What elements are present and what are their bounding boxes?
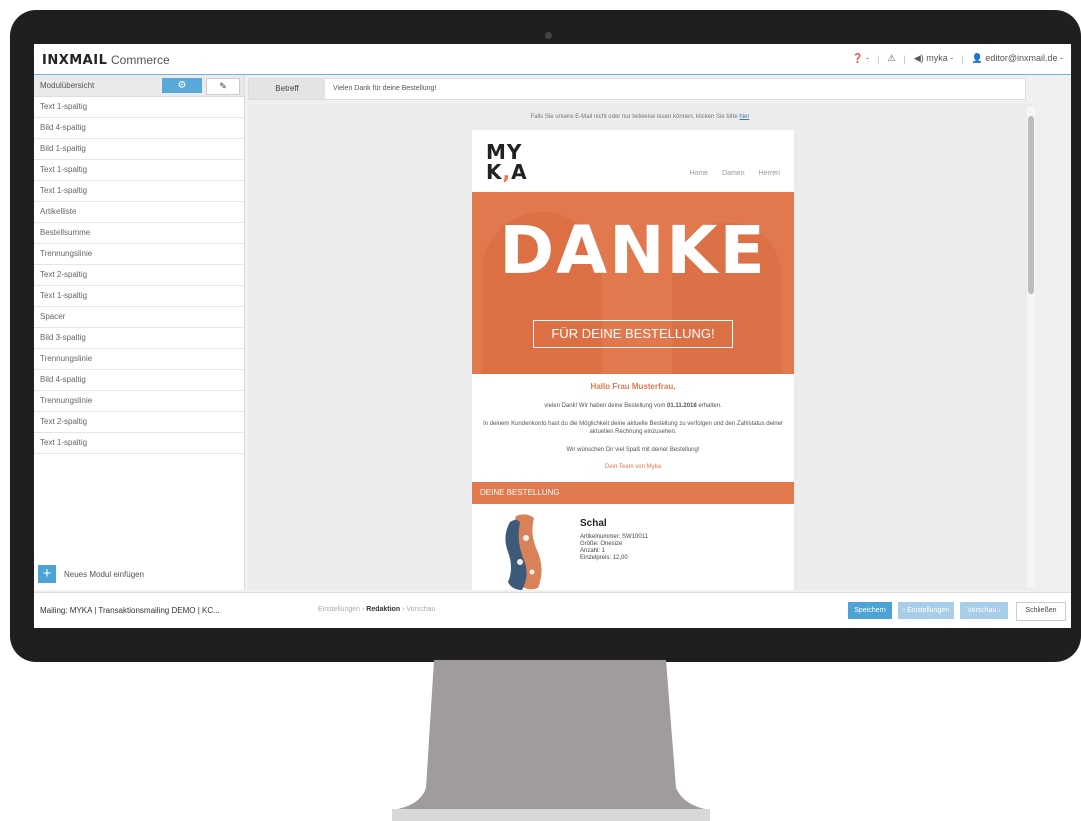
plus-icon: +: [38, 565, 56, 583]
module-item[interactable]: Bild 4-spaltig: [34, 118, 244, 139]
help-menu[interactable]: ❓ -: [852, 53, 869, 64]
alert-icon[interactable]: ⚠: [887, 53, 895, 64]
module-item[interactable]: Spacer: [34, 307, 244, 328]
add-module-button[interactable]: + Neues Modul einfügen: [38, 565, 144, 583]
mail-nav: Home Damen Herren: [689, 170, 780, 177]
product-name: Schal: [580, 518, 607, 529]
nav-item-home[interactable]: Home: [689, 170, 708, 177]
step-settings[interactable]: Einstellungen: [318, 606, 360, 613]
divider: |: [903, 53, 906, 64]
user-menu[interactable]: 👤 editor@inxmail.de -: [972, 53, 1063, 64]
module-item[interactable]: Bestellsumme: [34, 223, 244, 244]
camera-icon: [545, 32, 552, 39]
add-module-label: Neues Modul einfügen: [64, 569, 145, 579]
scrollbar-thumb[interactable]: [1028, 116, 1034, 294]
body-text-2: In deinem Kundenkonto hast du die Möglic…: [483, 421, 783, 435]
module-item[interactable]: Bild 1-spaltig: [34, 139, 244, 160]
module-item[interactable]: Trennungslinie: [34, 391, 244, 412]
module-item[interactable]: Text 1-spaltig: [34, 97, 244, 118]
mailing-name: Mailing: MYKA | Transaktionsmailing DEMO…: [40, 606, 220, 615]
preview-button[interactable]: Vorschau ›: [960, 602, 1008, 619]
module-item[interactable]: Bild 4-spaltig: [34, 370, 244, 391]
module-item[interactable]: Text 1-spaltig: [34, 160, 244, 181]
browser-view-link[interactable]: hier: [739, 114, 749, 120]
close-button[interactable]: Schließen: [1016, 602, 1066, 621]
app-logo: INXMAIL Commerce: [42, 53, 170, 68]
module-sidebar: Modulübersicht ⚙ ✎ Text 1-spaltig Bild 4…: [34, 75, 245, 590]
module-item[interactable]: Trennungslinie: [34, 349, 244, 370]
workflow-steps: Einstellungen › Redaktion › Vorschau: [318, 606, 436, 613]
step-preview[interactable]: Vorschau: [406, 606, 435, 613]
hero-subtitle: FÜR DEINE BESTELLUNG!: [533, 320, 733, 348]
mail-canvas: MY K,A Home Damen Herren DANKE FÜR DEINE…: [472, 130, 794, 590]
hero-banner[interactable]: DANKE FÜR DEINE BESTELLUNG!: [472, 192, 794, 374]
brand-logo: MY K,A: [486, 140, 528, 184]
hero-title: DANKE: [499, 212, 767, 289]
module-item[interactable]: Text 2-spaltig: [34, 265, 244, 286]
wrench-icon[interactable]: ✎: [206, 78, 240, 95]
sidebar-title: Modulübersicht: [40, 81, 95, 90]
module-item[interactable]: Artikelliste: [34, 202, 244, 223]
nav-item-herren[interactable]: Herren: [759, 170, 780, 177]
module-item[interactable]: Text 1-spaltig: [34, 181, 244, 202]
mail-preview: Falls Sie unsere E-Mail nicht oder nur t…: [248, 104, 1032, 590]
signature: Dein Team von Myka: [605, 464, 661, 470]
save-button[interactable]: Speichern: [848, 602, 892, 619]
subject-label: Betreff: [249, 79, 325, 99]
scarf-image: [505, 514, 542, 590]
step-editing[interactable]: Redaktion: [366, 606, 400, 613]
module-item[interactable]: Text 1-spaltig: [34, 286, 244, 307]
divider: |: [877, 53, 880, 64]
module-list: Text 1-spaltig Bild 4-spaltig Bild 1-spa…: [34, 97, 244, 454]
settings-button[interactable]: ‹ Einstellungen: [898, 602, 954, 619]
module-item[interactable]: Text 2-spaltig: [34, 412, 244, 433]
body-text-1: vielen Dank! Wir haben deine Bestellung …: [544, 403, 722, 409]
subject-input[interactable]: Vielen Dank für deine Bestellung!: [333, 79, 436, 99]
topbar-actions: ❓ - | ⚠ | ◀) myka - | 👤 editor@inxmail.d…: [852, 53, 1063, 64]
module-item[interactable]: Trennungslinie: [34, 244, 244, 265]
screen: INXMAIL Commerce ❓ - | ⚠ | ◀) myka - | 👤…: [34, 44, 1071, 628]
monitor-stand: [392, 660, 710, 810]
client-menu[interactable]: ◀) myka -: [914, 53, 953, 64]
subject-row: Betreff Vielen Dank für deine Bestellung…: [248, 78, 1026, 100]
greeting: Hallo Frau Musterfrau,: [590, 382, 676, 391]
bottom-bar: Mailing: MYKA | Transaktionsmailing DEMO…: [34, 592, 1071, 628]
module-item[interactable]: Bild 3-spaltig: [34, 328, 244, 349]
body-text-3: Wir wünschen Dir viel Spaß mit deiner Be…: [566, 447, 700, 453]
monitor-base: [392, 809, 710, 821]
order-section-title: DEINE BESTELLUNG: [472, 482, 794, 504]
divider: |: [961, 53, 964, 64]
module-item[interactable]: Text 1-spaltig: [34, 433, 244, 454]
gear-icon[interactable]: ⚙: [162, 78, 202, 93]
sidebar-header: Modulübersicht ⚙ ✎: [34, 75, 244, 97]
product-details: Artikelnummer: SW10011 Größe: Onesize An…: [580, 534, 648, 561]
nav-item-damen[interactable]: Damen: [722, 170, 745, 177]
app-topbar: INXMAIL Commerce ❓ - | ⚠ | ◀) myka - | 👤…: [34, 44, 1071, 75]
browser-view-hint: Falls Sie unsere E-Mail nicht oder nur t…: [530, 114, 750, 120]
